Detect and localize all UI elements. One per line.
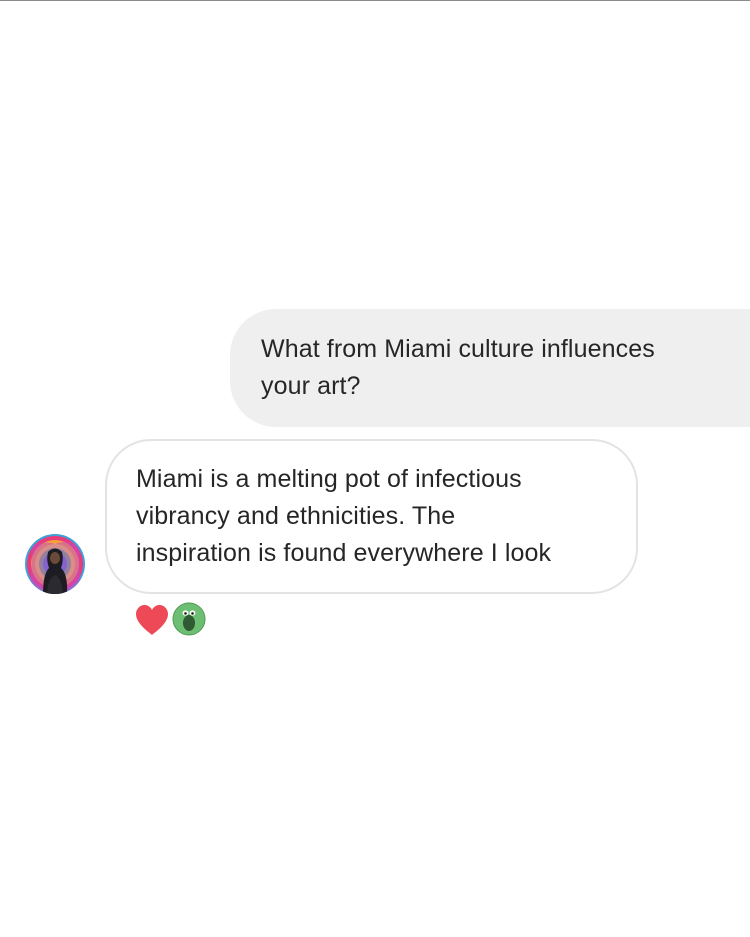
- sent-message-bubble[interactable]: What from Miami culture influences your …: [230, 309, 750, 427]
- sender-avatar[interactable]: [25, 534, 85, 594]
- received-message-line: Miami is a melting pot of infectious: [136, 465, 522, 493]
- received-message-line: inspiration is found everywhere I look: [136, 539, 552, 567]
- green-monster-emoji-icon[interactable]: [172, 602, 206, 636]
- sent-message-line: What from Miami culture influences: [261, 335, 655, 363]
- message-thread[interactable]: What from Miami culture influences your …: [0, 0, 750, 937]
- dm-screen: What from Miami culture influences your …: [0, 0, 750, 937]
- red-heart-icon[interactable]: [134, 604, 170, 636]
- sent-message-line: your art?: [261, 372, 361, 400]
- received-message-bubble[interactable]: Miami is a melting pot of infectious vib…: [105, 439, 638, 594]
- message-reactions[interactable]: [134, 602, 214, 638]
- received-message-line: vibrancy and ethnicities. The: [136, 502, 456, 530]
- avatar-image: [25, 534, 85, 594]
